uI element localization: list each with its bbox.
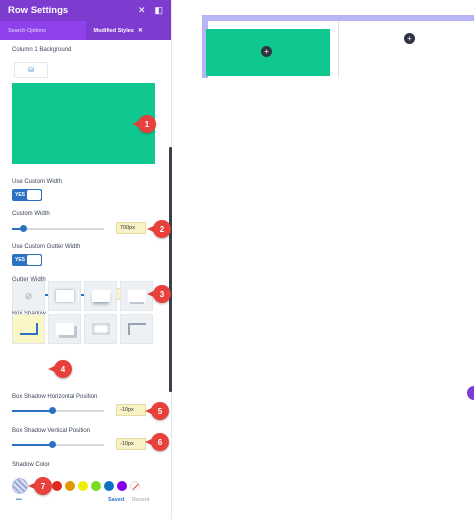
expand-icon[interactable]: ◧ (154, 5, 163, 16)
shadow-preset-3[interactable] (84, 281, 117, 311)
shadow-vertical-label: Box Shadow Vertical Position (12, 428, 91, 434)
custom-width-input[interactable]: 700px (116, 222, 146, 234)
panel-tabs: Search Options Modified Styles ✕ (0, 21, 171, 40)
column-divider (338, 21, 339, 78)
use-custom-gutter-toggle[interactable]: YES (12, 254, 42, 266)
shadow-preset-8[interactable] (120, 314, 153, 344)
callout-3: 3 (147, 285, 171, 303)
palette-color-green[interactable] (91, 481, 101, 491)
close-icon[interactable]: ✕ (138, 5, 146, 16)
builder-screen: Row Settings ✕ ◧ Search Options Modified… (0, 0, 474, 519)
palette-color-purple[interactable] (117, 481, 127, 491)
tab-modified-styles[interactable]: Modified Styles ✕ (85, 21, 171, 40)
custom-width-slider[interactable] (12, 225, 104, 232)
callout-4: 4 (48, 360, 72, 378)
palette-color-transparent[interactable] (130, 481, 140, 491)
use-custom-gutter-label: Use Custom Gutter Width (12, 244, 81, 250)
panel-scrollbar[interactable] (169, 147, 172, 392)
none-icon: ⊘ (24, 290, 33, 301)
add-module-button-col2[interactable]: + (404, 33, 415, 44)
use-custom-width-label: Use Custom Width (12, 179, 63, 185)
palette-color-blue[interactable] (104, 481, 114, 491)
shadow-preset-7[interactable] (84, 314, 117, 344)
panel-title: Row Settings (8, 5, 69, 16)
column-background-label: Column 1 Background (12, 47, 72, 53)
shadow-preset-6[interactable] (48, 314, 81, 344)
shadow-vertical-slider[interactable] (12, 441, 104, 448)
recent-colors-tab[interactable]: Recent (132, 497, 149, 503)
callout-6: 6 (145, 433, 169, 451)
callout-5: 5 (145, 402, 169, 420)
shadow-preset-5[interactable] (12, 314, 45, 344)
palette-color-yellow[interactable] (78, 481, 88, 491)
shadow-color-label: Shadow Color (12, 462, 50, 468)
more-options-icon[interactable]: ••• (16, 497, 22, 503)
paint-bucket-icon: ⛁ (28, 67, 34, 74)
shadow-preset-2[interactable] (48, 281, 81, 311)
slider-handle[interactable] (20, 225, 28, 232)
custom-width-label: Custom Width (12, 211, 50, 217)
page-settings-toggle[interactable] (467, 386, 474, 400)
close-tab-icon[interactable]: ✕ (138, 27, 143, 34)
add-module-button-col1[interactable]: + (261, 46, 272, 57)
builder-row: + + (202, 15, 474, 78)
callout-2: 2 (147, 220, 171, 238)
box-shadow-presets: ⊘ (12, 281, 154, 344)
shadow-horizontal-input[interactable]: -10px (116, 404, 146, 416)
shadow-vertical-input[interactable]: -10px (116, 438, 146, 450)
custom-color-picker[interactable] (12, 478, 28, 494)
shadow-horizontal-slider[interactable] (12, 407, 104, 414)
tab-search-options[interactable]: Search Options (0, 21, 86, 40)
callout-1: 1 (132, 115, 156, 133)
palette-color-orange[interactable] (65, 481, 75, 491)
saved-colors-tab[interactable]: Saved (108, 497, 124, 503)
shadow-horizontal-label: Box Shadow Horizontal Position (12, 394, 98, 400)
palette-color-red[interactable] (52, 481, 62, 491)
panel-header: Row Settings ✕ ◧ (0, 0, 171, 21)
color-picker-button[interactable]: ⛁ (14, 62, 48, 78)
callout-7: 7 (28, 477, 52, 495)
shadow-preset-none[interactable]: ⊘ (12, 281, 45, 311)
use-custom-width-toggle[interactable]: YES (12, 189, 42, 201)
